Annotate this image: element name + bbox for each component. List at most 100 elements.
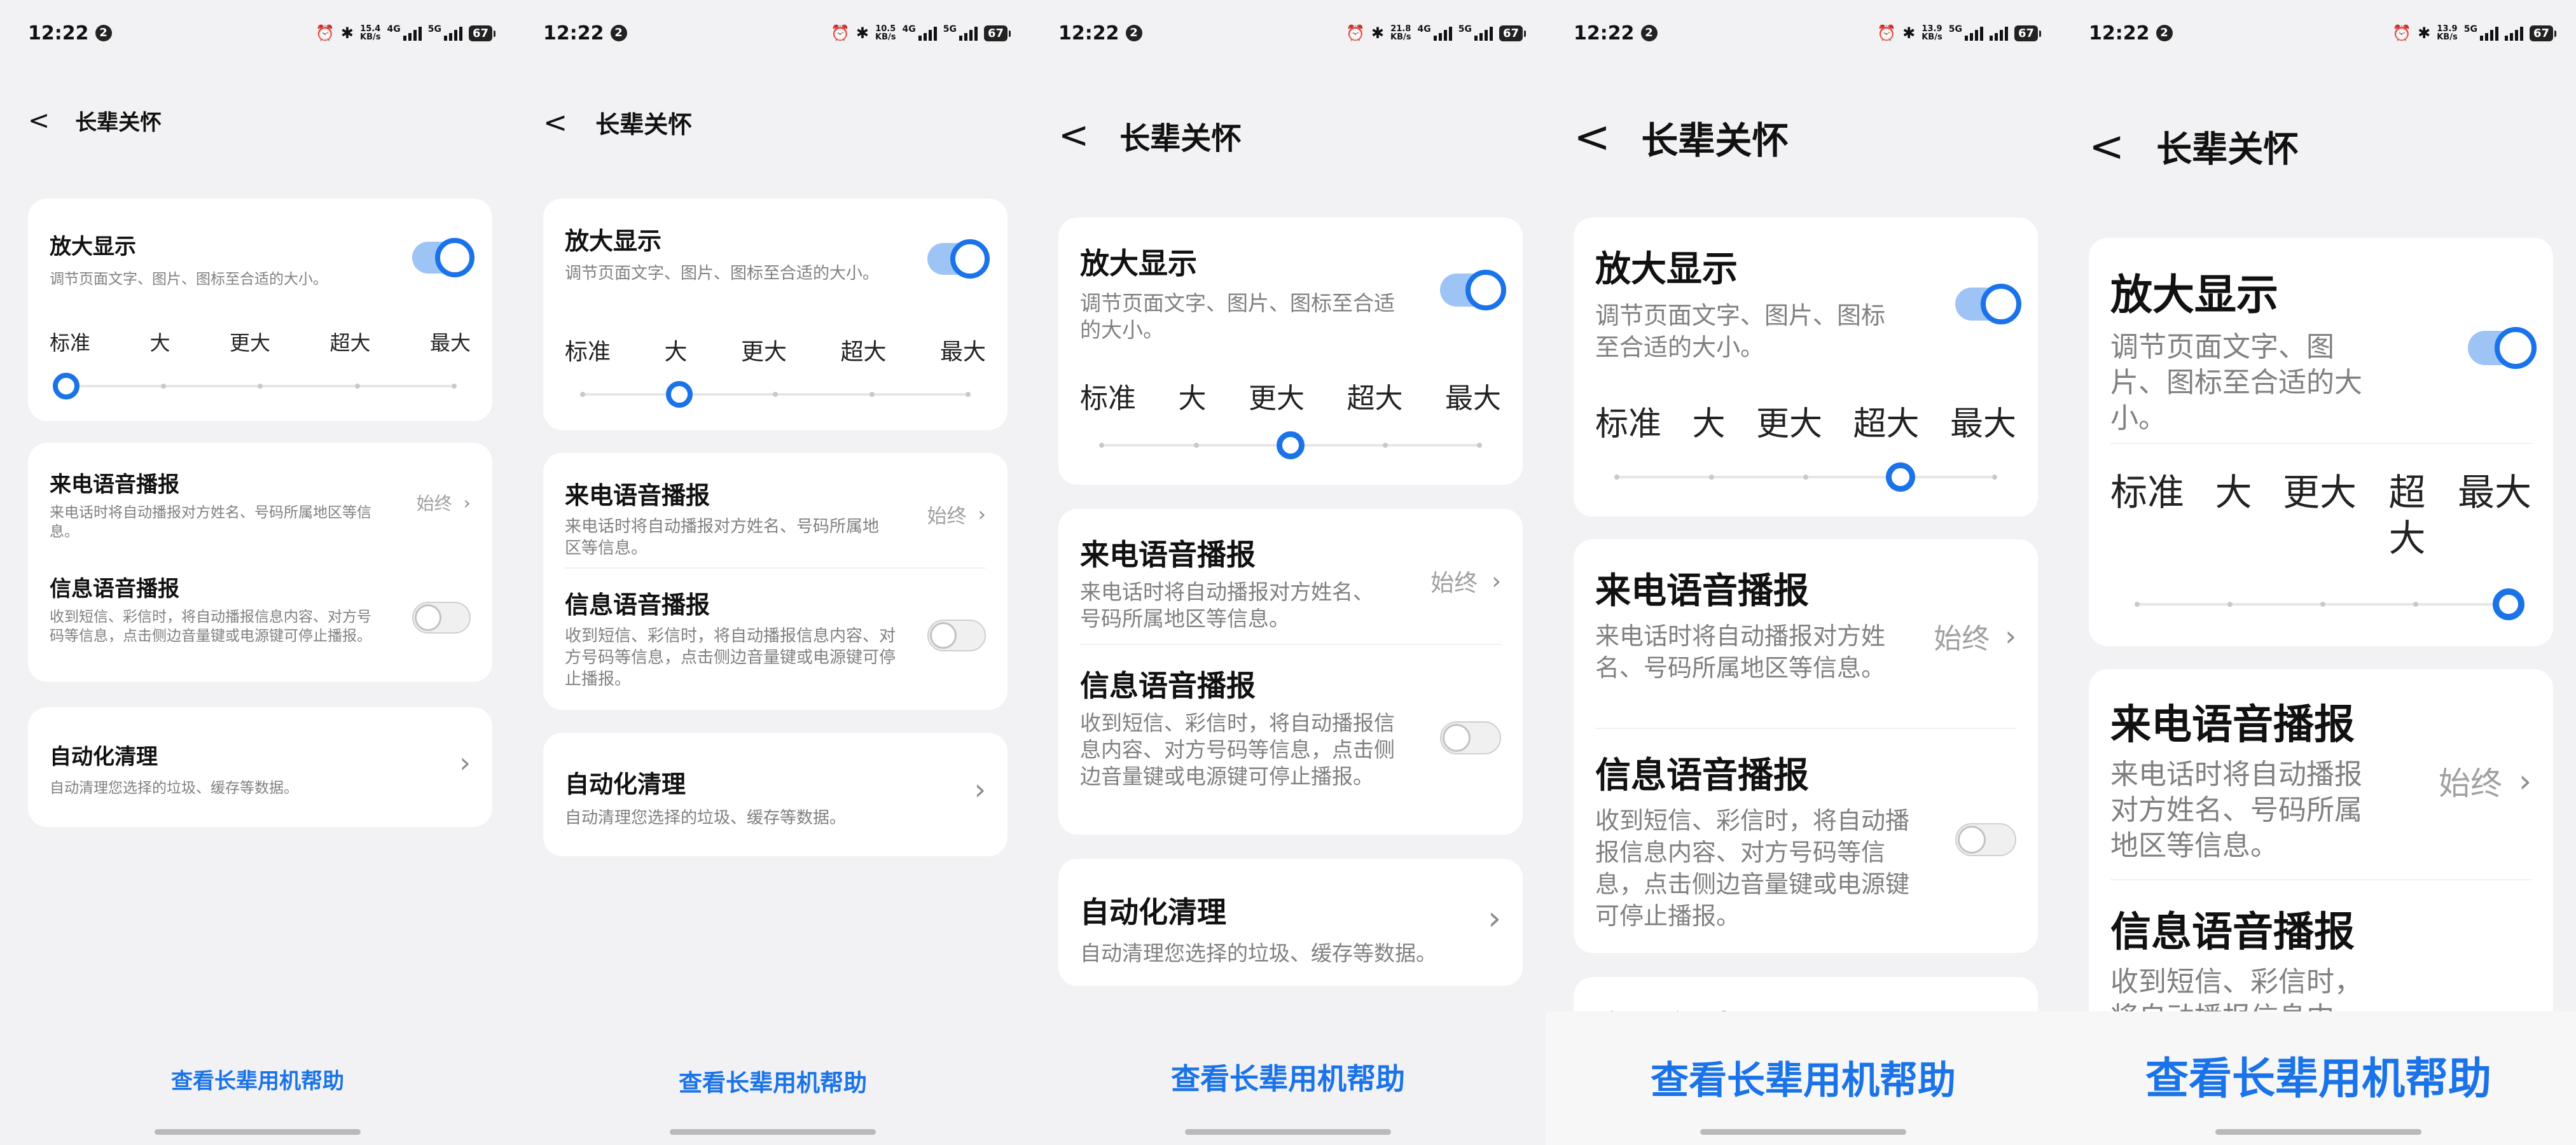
magnify-toggle[interactable] — [1440, 270, 1506, 310]
home-indicator[interactable] — [155, 1129, 361, 1135]
notification-badge: 2 — [2156, 25, 2173, 41]
chevron-right-icon: › — [2519, 763, 2531, 800]
bluetooth-icon: ✱ — [1902, 24, 1916, 42]
magnify-title: 放大显示 — [1080, 246, 1197, 281]
chevron-left-icon[interactable]: < — [543, 108, 567, 137]
level-extra-large[interactable]: 超大 — [1347, 375, 1403, 416]
level-large[interactable]: 大 — [149, 327, 170, 356]
notification-badge: 2 — [1640, 25, 1658, 41]
call-broadcast-item[interactable]: 来电语音播报 来电话时将自动播报对方姓名、号码所属地区等信息。 — [50, 467, 384, 541]
magnify-toggle[interactable] — [927, 239, 990, 279]
broadcast-card: 来电语音播报 来电话时将自动播报对方姓名、号码所属地区等信息。 始终 › 信息语… — [1574, 539, 2038, 953]
msg-broadcast-toggle[interactable] — [412, 602, 471, 634]
home-indicator[interactable] — [670, 1129, 876, 1135]
magnify-toggle[interactable] — [2468, 327, 2537, 369]
msg-broadcast-toggle[interactable] — [927, 620, 986, 651]
size-slider[interactable] — [1614, 462, 1997, 492]
chevron-left-icon[interactable]: < — [1058, 117, 1089, 154]
level-extra-large[interactable]: 超大 — [2388, 469, 2427, 561]
call-broadcast-item[interactable]: 来电语音播报 来电话时将自动播报对方姓名、号码所属地区等信息。 — [1595, 562, 1904, 684]
magnify-desc: 调节页面文字、图片、图标至合适的大小。 — [50, 271, 328, 288]
signal-icon — [1964, 25, 1983, 41]
level-extra-large[interactable]: 超大 — [1853, 397, 1919, 445]
level-max[interactable]: 最大 — [1445, 375, 1501, 416]
network-type: 5G — [1948, 24, 1962, 34]
help-link[interactable]: 查看长辈用机帮助 — [1546, 1050, 2061, 1105]
slider-thumb[interactable] — [1885, 462, 1915, 492]
slider-thumb[interactable] — [2493, 588, 2524, 620]
level-large[interactable]: 大 — [1692, 397, 1725, 445]
level-extra-large[interactable]: 超大 — [329, 327, 370, 356]
auto-clean-item[interactable]: 自动化清理 自动清理您选择的垃圾、缓存等数据。 — [565, 765, 931, 828]
home-indicator[interactable] — [1185, 1129, 1391, 1135]
size-slider[interactable] — [1099, 431, 1482, 459]
call-broadcast-desc: 来电话时将自动播报对方姓名、号码所属地区等信息。 — [50, 504, 371, 540]
call-broadcast-title: 来电语音播报 — [565, 482, 710, 510]
chevron-left-icon[interactable]: < — [2089, 125, 2124, 168]
chevron-left-icon[interactable]: < — [1574, 115, 1610, 160]
auto-clean-item[interactable]: 自动化清理 自动清理您选择的垃圾、缓存等数据。 — [50, 739, 416, 797]
help-link[interactable]: 查看长辈用机帮助 — [515, 1064, 1030, 1098]
help-link[interactable]: 查看长辈用机帮助 — [1030, 1056, 1546, 1098]
level-large[interactable]: 大 — [2215, 469, 2252, 561]
level-standard[interactable]: 标准 — [565, 333, 611, 366]
status-bar: 12:22 2 ⏰ ✱ 10.5 KB/s 4G 5G 67 — [515, 19, 1030, 47]
level-larger[interactable]: 更大 — [1249, 375, 1305, 416]
slider-thumb[interactable] — [1277, 431, 1305, 459]
auto-clean-card[interactable]: 自动化清理 自动清理您选择的垃圾、缓存等数据。 › — [543, 733, 1008, 856]
level-larger[interactable]: 更大 — [2283, 469, 2357, 561]
home-indicator[interactable] — [2215, 1129, 2421, 1135]
level-larger[interactable]: 更大 — [230, 327, 270, 356]
msg-broadcast-item: 信息语音播报 收到短信、彩信时，将自动播报信息内容、对方号码等信息，点击侧边音量… — [1595, 747, 1911, 932]
msg-broadcast-item: 信息语音播报 收到短信、彩信时，将自动播报信息内容、对方号码等信息，点击侧边音量… — [1080, 663, 1395, 790]
level-standard[interactable]: 标准 — [1595, 397, 1661, 445]
magnify-text: 放大显示 调节页面文字、图片、图标至合适的大小。 — [1080, 240, 1395, 344]
level-larger[interactable]: 更大 — [741, 333, 787, 366]
msg-broadcast-toggle[interactable] — [1440, 721, 1501, 754]
auto-clean-card[interactable]: 自动化清理 自动清理您选择的垃圾、缓存等数据。 › — [1058, 859, 1523, 986]
chevron-left-icon[interactable]: < — [28, 108, 50, 134]
level-max[interactable]: 最大 — [2458, 469, 2531, 561]
size-slider[interactable] — [580, 381, 971, 408]
signal-icon-2 — [1474, 25, 1493, 41]
call-broadcast-item[interactable]: 来电语音播报 来电话时将自动播报对方姓名、号码所属地区等信息。 — [565, 476, 887, 559]
msg-broadcast-toggle[interactable] — [1955, 823, 2016, 856]
msg-broadcast-desc: 收到短信、彩信时，将自动播报信息内容、对方号码等信息，点击侧边音量键或电源键可停… — [1595, 807, 1910, 930]
level-standard[interactable]: 标准 — [50, 327, 90, 356]
magnify-toggle[interactable] — [412, 238, 474, 277]
level-larger[interactable]: 更大 — [1756, 397, 1822, 445]
signal-icon — [2479, 25, 2498, 41]
alarm-icon: ⏰ — [2392, 24, 2412, 42]
help-link[interactable]: 查看长辈用机帮助 — [0, 1064, 515, 1095]
slider-thumb[interactable] — [665, 381, 693, 408]
call-broadcast-title: 来电语音播报 — [50, 472, 179, 497]
level-large[interactable]: 大 — [664, 333, 687, 366]
level-max[interactable]: 最大 — [940, 333, 986, 366]
signal-icon — [403, 25, 422, 41]
size-slider[interactable] — [2135, 588, 2524, 620]
magnify-title: 放大显示 — [1595, 249, 1738, 290]
call-broadcast-item[interactable]: 来电语音播报 来电话时将自动播报对方姓名、号码所属地区等信息。 — [1080, 532, 1389, 632]
level-max[interactable]: 最大 — [430, 327, 471, 356]
level-standard[interactable]: 标准 — [2110, 469, 2184, 561]
slider-thumb[interactable] — [53, 373, 80, 399]
home-indicator[interactable] — [1700, 1129, 1906, 1135]
help-link[interactable]: 查看长辈用机帮助 — [2061, 1043, 2576, 1106]
chevron-right-icon: › — [459, 747, 471, 779]
phone-screen-extra-large: 12:22 2 ⏰ ✱ 13.9 KB/s 5G 67 < 长辈关怀 放大显示 调节… — [1546, 0, 2061, 1145]
auto-clean-item[interactable]: 自动化清理 自动清理您选择的垃圾、缓存等数据。 — [1080, 889, 1446, 967]
magnify-title: 放大显示 — [565, 227, 662, 255]
auto-clean-card[interactable]: 自动化清理 自动清理您选择的垃圾、缓存等数据。 › — [28, 707, 492, 827]
level-max[interactable]: 最大 — [1950, 397, 2016, 445]
magnify-text: 放大显示 调节页面文字、图片、图标至合适的大小。 — [1595, 240, 1892, 363]
level-extra-large[interactable]: 超大 — [840, 333, 886, 366]
magnify-toggle[interactable] — [1955, 284, 2021, 324]
network-speed: 10.5 KB/s — [875, 24, 896, 42]
page-title: 长辈关怀 — [2156, 129, 2299, 170]
level-standard[interactable]: 标准 — [1080, 375, 1136, 416]
call-broadcast-item[interactable]: 来电语音播报 来电话时将自动播报对方姓名、号码所属地区等信息。 — [2110, 692, 2388, 864]
size-slider[interactable] — [53, 373, 457, 399]
status-time: 12:22 — [28, 22, 89, 45]
call-broadcast-value: 始终 — [1430, 569, 1478, 597]
level-large[interactable]: 大 — [1179, 375, 1207, 416]
